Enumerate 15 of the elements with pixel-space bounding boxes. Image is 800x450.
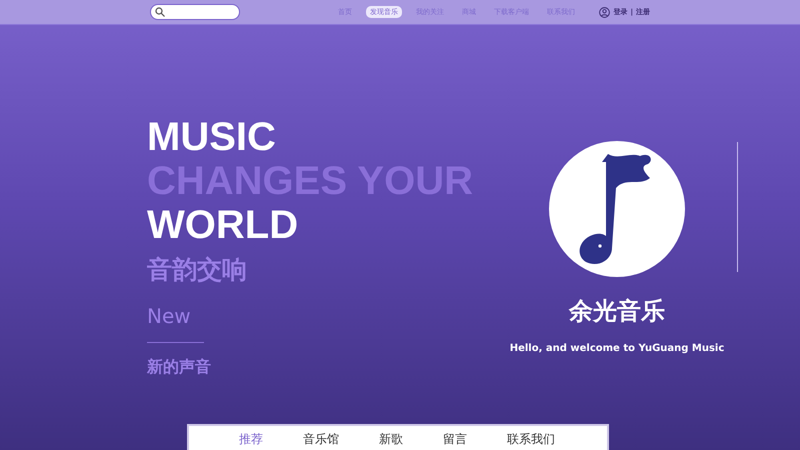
tab[interactable]: 音乐馆 — [303, 433, 339, 450]
tab[interactable]: 留言 — [443, 433, 467, 450]
user-icon[interactable] — [599, 6, 610, 18]
search-icon — [155, 7, 165, 17]
tab[interactable]: 推荐 — [239, 433, 263, 450]
brand-name: 余光音乐 — [569, 296, 665, 327]
search-field[interactable] — [150, 4, 240, 20]
tab[interactable]: 联系我们 — [507, 433, 555, 450]
hero-subtitle: 音韵交响 — [147, 254, 247, 286]
tagline: 新的声音 — [147, 357, 211, 378]
tab[interactable]: 新歌 — [379, 433, 403, 450]
welcome-text: Hello, and welcome to YuGuang Music — [510, 343, 724, 354]
new-label: New — [147, 304, 191, 328]
hero-heading: MUSIC — [147, 115, 276, 159]
hero-heading: WORLD — [147, 203, 298, 247]
